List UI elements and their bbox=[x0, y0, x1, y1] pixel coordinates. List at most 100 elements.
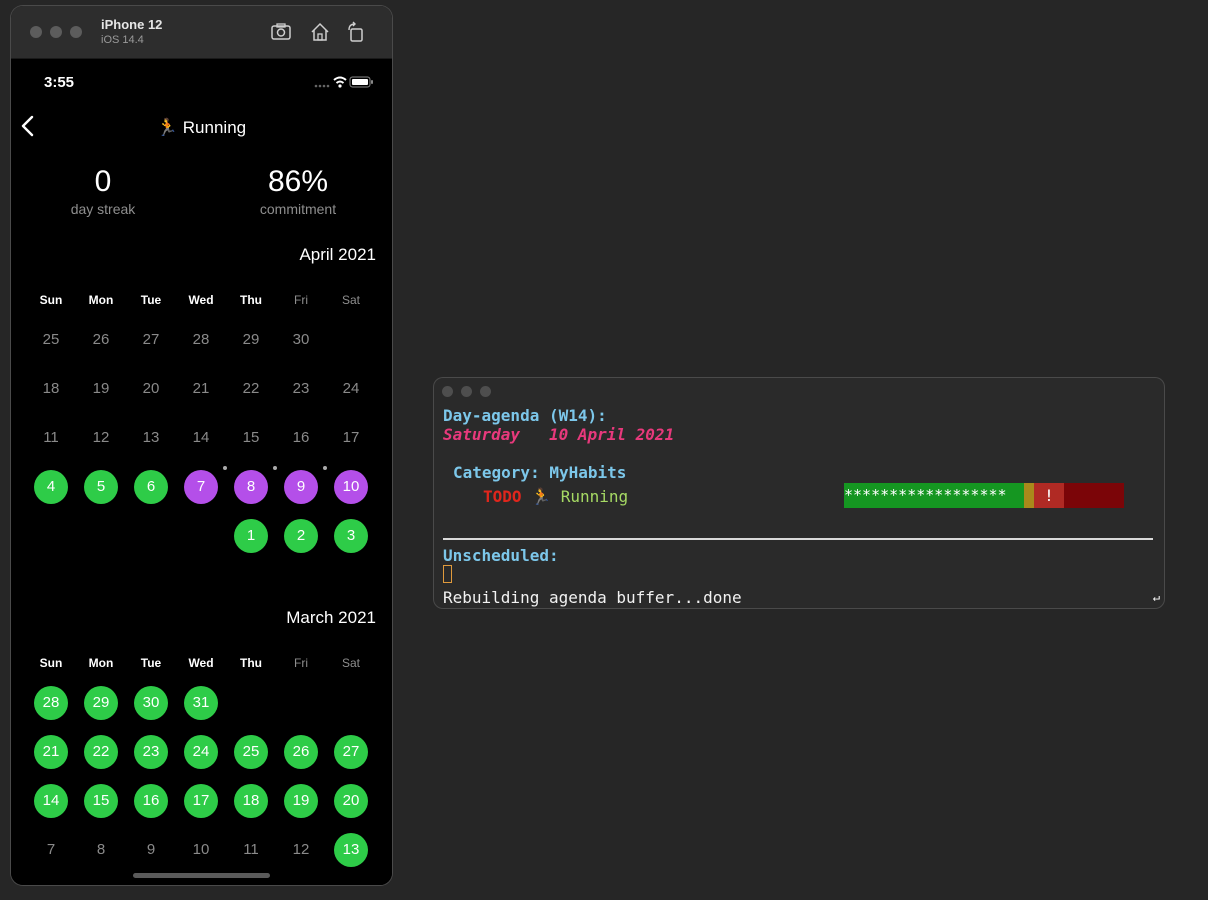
calendar-day[interactable]: 17 bbox=[184, 784, 218, 818]
simulator-device-name: iPhone 12 bbox=[101, 17, 163, 32]
calendar-day[interactable]: 11 bbox=[234, 833, 268, 867]
habit-title: 🏃 Running bbox=[156, 118, 247, 137]
calendar-day[interactable]: 19 bbox=[84, 372, 118, 406]
calendar-day[interactable]: 26 bbox=[84, 323, 118, 357]
consistency-done-segment: ****************** bbox=[844, 483, 1024, 508]
calendar-day[interactable]: 10 bbox=[184, 833, 218, 867]
calendar-day[interactable]: 24 bbox=[184, 735, 218, 769]
screenshot-icon[interactable] bbox=[270, 21, 292, 43]
weekday-header: Sat bbox=[341, 293, 360, 307]
line-wrap-arrow-icon: ↵ bbox=[1152, 590, 1160, 604]
commitment-stat: 86% commitment bbox=[213, 163, 383, 217]
calendar-day[interactable]: 19 bbox=[284, 784, 318, 818]
minimize-window-button[interactable] bbox=[461, 386, 472, 397]
weekday-header: Fri bbox=[294, 293, 308, 307]
calendar-day[interactable]: 16 bbox=[284, 421, 318, 455]
calendar-day[interactable]: 2 bbox=[284, 519, 318, 553]
category-line: Category: MyHabits bbox=[453, 463, 627, 482]
calendar-day[interactable]: 23 bbox=[134, 735, 168, 769]
minimize-window-button[interactable] bbox=[50, 26, 62, 38]
simulator-titlebar: iPhone 12 iOS 14.4 bbox=[11, 6, 392, 59]
calendar-day[interactable]: 5 bbox=[84, 470, 118, 504]
home-indicator bbox=[133, 873, 270, 878]
rotate-icon[interactable] bbox=[345, 21, 367, 43]
calendar-day[interactable]: 30 bbox=[284, 323, 318, 357]
close-window-button[interactable] bbox=[442, 386, 453, 397]
unscheduled-label: Unscheduled: bbox=[443, 546, 559, 565]
calendar-day[interactable]: 8 bbox=[234, 470, 268, 504]
home-icon[interactable] bbox=[309, 21, 331, 43]
calendar-day[interactable]: 31 bbox=[184, 686, 218, 720]
month-title: April 2021 bbox=[299, 245, 376, 264]
calendar-day[interactable]: 14 bbox=[34, 784, 68, 818]
month-title: March 2021 bbox=[286, 608, 376, 627]
calendar-day[interactable]: 12 bbox=[84, 421, 118, 455]
calendar-day[interactable]: 9 bbox=[134, 833, 168, 867]
calendar-day[interactable]: 3 bbox=[334, 519, 368, 553]
simulator-window: iPhone 12 iOS 14.4 3:55 🏃 Running 0 day … bbox=[11, 6, 392, 885]
calendar-day[interactable]: 13 bbox=[134, 421, 168, 455]
weekday-header: Sun bbox=[39, 656, 63, 670]
zoom-window-button[interactable] bbox=[480, 386, 491, 397]
weekday-header: Tue bbox=[140, 293, 162, 307]
calendar-day[interactable]: 7 bbox=[34, 833, 68, 867]
calendar-day[interactable]: 18 bbox=[34, 372, 68, 406]
weekday-header: Sun bbox=[39, 293, 63, 307]
calendar-day[interactable]: 8 bbox=[84, 833, 118, 867]
calendar-day[interactable]: 29 bbox=[84, 686, 118, 720]
calendar-day[interactable]: 22 bbox=[84, 735, 118, 769]
calendar-day[interactable]: 26 bbox=[284, 735, 318, 769]
calendar-day[interactable]: 16 bbox=[134, 784, 168, 818]
todo-title: 🏃 Running bbox=[531, 487, 629, 506]
status-icons bbox=[314, 76, 373, 88]
calendar-day[interactable]: 25 bbox=[34, 323, 68, 357]
calendar-day[interactable]: 14 bbox=[184, 421, 218, 455]
weekday-header: Thu bbox=[240, 293, 262, 307]
battery-icon bbox=[349, 76, 373, 88]
calendar-day[interactable]: 11 bbox=[34, 421, 68, 455]
calendar-day[interactable]: 25 bbox=[234, 735, 268, 769]
phone-screen: 3:55 🏃 Running 0 day streak 86% commitme… bbox=[11, 59, 392, 885]
calendar-day[interactable]: 7 bbox=[184, 470, 218, 504]
calendar-day[interactable]: 20 bbox=[134, 372, 168, 406]
consistency-graph: ****************** ! bbox=[844, 483, 1124, 508]
calendar-day[interactable]: 21 bbox=[184, 372, 218, 406]
calendar-day[interactable]: 18 bbox=[234, 784, 268, 818]
calendar-day[interactable]: 13 bbox=[334, 833, 368, 867]
calendar-day[interactable]: 29 bbox=[234, 323, 268, 357]
calendar-day[interactable]: 9 bbox=[284, 470, 318, 504]
streak-label: day streak bbox=[70, 201, 136, 217]
calendar-day[interactable]: 12 bbox=[284, 833, 318, 867]
text-cursor bbox=[443, 565, 452, 583]
calendar-day[interactable]: 27 bbox=[134, 323, 168, 357]
calendar-day[interactable]: 23 bbox=[284, 372, 318, 406]
close-window-button[interactable] bbox=[30, 26, 42, 38]
weekday-header: Wed bbox=[188, 656, 214, 670]
calendar-day[interactable]: 30 bbox=[134, 686, 168, 720]
day-marker-dot bbox=[323, 466, 327, 470]
calendar-day[interactable]: 6 bbox=[134, 470, 168, 504]
calendar-day[interactable]: 21 bbox=[34, 735, 68, 769]
status-time: 3:55 bbox=[44, 74, 75, 91]
calendar-day[interactable]: 4 bbox=[34, 470, 68, 504]
calendar-day[interactable]: 28 bbox=[34, 686, 68, 720]
calendar-day[interactable]: 17 bbox=[334, 421, 368, 455]
calendar-day[interactable]: 28 bbox=[184, 323, 218, 357]
calendar-day[interactable]: 10 bbox=[334, 470, 368, 504]
calendar-day[interactable]: 15 bbox=[234, 421, 268, 455]
consistency-today-segment bbox=[1024, 483, 1034, 508]
calendar-day[interactable]: 15 bbox=[84, 784, 118, 818]
zoom-window-button[interactable] bbox=[70, 26, 82, 38]
weekday-header: Mon bbox=[88, 656, 114, 670]
calendar-day[interactable]: 27 bbox=[334, 735, 368, 769]
consistency-future-segment bbox=[1064, 483, 1124, 508]
weekday-header: Mon bbox=[88, 293, 114, 307]
calendar-day[interactable]: 24 bbox=[334, 372, 368, 406]
calendar-day[interactable]: 22 bbox=[234, 372, 268, 406]
todo-entry[interactable]: TODO 🏃 Running bbox=[483, 487, 628, 507]
weekday-header: Sat bbox=[341, 656, 360, 670]
commitment-label: commitment bbox=[259, 201, 337, 217]
calendar-day[interactable]: 20 bbox=[334, 784, 368, 818]
calendar-day[interactable]: 1 bbox=[234, 519, 268, 553]
streak-value: 0 bbox=[94, 165, 112, 198]
